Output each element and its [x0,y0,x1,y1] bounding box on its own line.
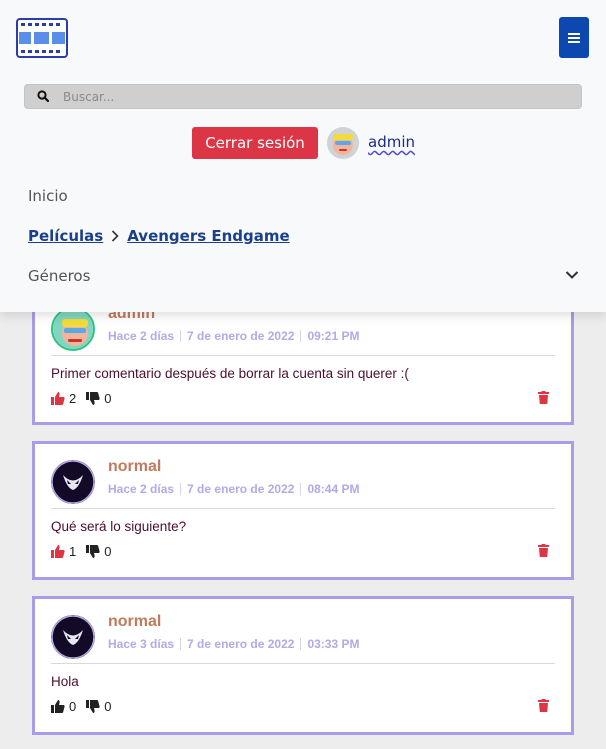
like-button[interactable]: 0 [51,699,76,714]
like-count: 1 [69,544,77,559]
chevron-down-icon[interactable] [565,270,579,280]
breadcrumb: Películas Avengers Endgame [28,227,290,245]
dislike-button[interactable]: 0 [86,391,111,406]
comment-avatar [51,615,95,659]
chevron-right-icon [112,230,119,242]
comment-date: 7 de enero de 2022 [187,329,295,343]
comment-date: 7 de enero de 2022 [187,482,295,496]
search-input[interactable] [63,85,563,108]
dislike-count: 0 [104,699,112,714]
comment-divider [51,355,555,356]
like-count: 0 [69,699,77,714]
thumbs-up-icon [51,700,65,713]
comment-card: normal Hace 2 días 7 de enero de 2022 08:4… [32,441,574,580]
username-link[interactable]: admin [368,133,415,151]
comment-divider [51,663,555,664]
comment-time: 03:33 PM [307,637,360,651]
trash-icon[interactable] [538,699,549,712]
dislike-button[interactable]: 0 [86,699,111,714]
thumbs-up-icon [51,392,65,405]
comment-text: Qué será lo siguiente? [51,519,187,534]
comment-avatar [51,460,95,504]
thumbs-down-icon [86,545,100,558]
film-logo-icon[interactable] [16,18,68,58]
comment-time: 08:44 PM [307,482,360,496]
comment-divider [51,508,555,509]
comment-meta: Hace 2 días 7 de enero de 2022 08:44 PM [108,482,359,496]
comment-time: 09:21 PM [307,329,360,343]
comment-meta: Hace 2 días 7 de enero de 2022 09:21 PM [108,329,359,343]
dislike-button[interactable]: 0 [86,544,111,559]
nav-genres-dropdown[interactable]: Géneros [28,267,90,285]
comment-avatar [51,307,95,351]
like-button[interactable]: 2 [51,391,76,406]
comment-username[interactable]: normal [108,613,161,631]
comment-date: 7 de enero de 2022 [187,637,295,651]
comment-text: Primer comentario después de borrar la c… [51,366,409,381]
user-avatar[interactable] [327,127,359,159]
search-icon[interactable] [37,90,49,102]
like-button[interactable]: 1 [51,544,76,559]
nav-home-link[interactable]: Inicio [28,187,68,205]
comment-votes: 0 0 [51,699,121,714]
thumbs-down-icon [86,392,100,405]
search-bar [24,84,582,109]
breadcrumb-movie-link[interactable]: Avengers Endgame [127,227,290,245]
trash-icon[interactable] [538,544,549,557]
comment-votes: 1 0 [51,544,121,559]
comment-username[interactable]: normal [108,458,161,476]
comment-meta: Hace 3 días 7 de enero de 2022 03:33 PM [108,637,359,651]
like-count: 2 [69,391,77,406]
hamburger-menu-button[interactable] [559,17,589,58]
breadcrumb-movies-link[interactable]: Películas [28,227,103,245]
comment-text: Hola [51,674,79,689]
comment-ago: Hace 2 días [108,482,175,496]
comment-ago: Hace 2 días [108,329,175,343]
navbar: Cerrar sesión admin Inicio Películas Ave… [0,0,606,312]
hamburger-icon [568,32,580,43]
dislike-count: 0 [104,391,112,406]
trash-icon[interactable] [538,391,549,404]
comment-ago: Hace 3 días [108,637,175,651]
comment-votes: 2 0 [51,391,121,406]
dislike-count: 0 [104,544,112,559]
comment-card: normal Hace 3 días 7 de enero de 2022 03:3… [32,596,574,735]
logout-button[interactable]: Cerrar sesión [192,127,318,159]
thumbs-up-icon [51,545,65,558]
thumbs-down-icon [86,700,100,713]
